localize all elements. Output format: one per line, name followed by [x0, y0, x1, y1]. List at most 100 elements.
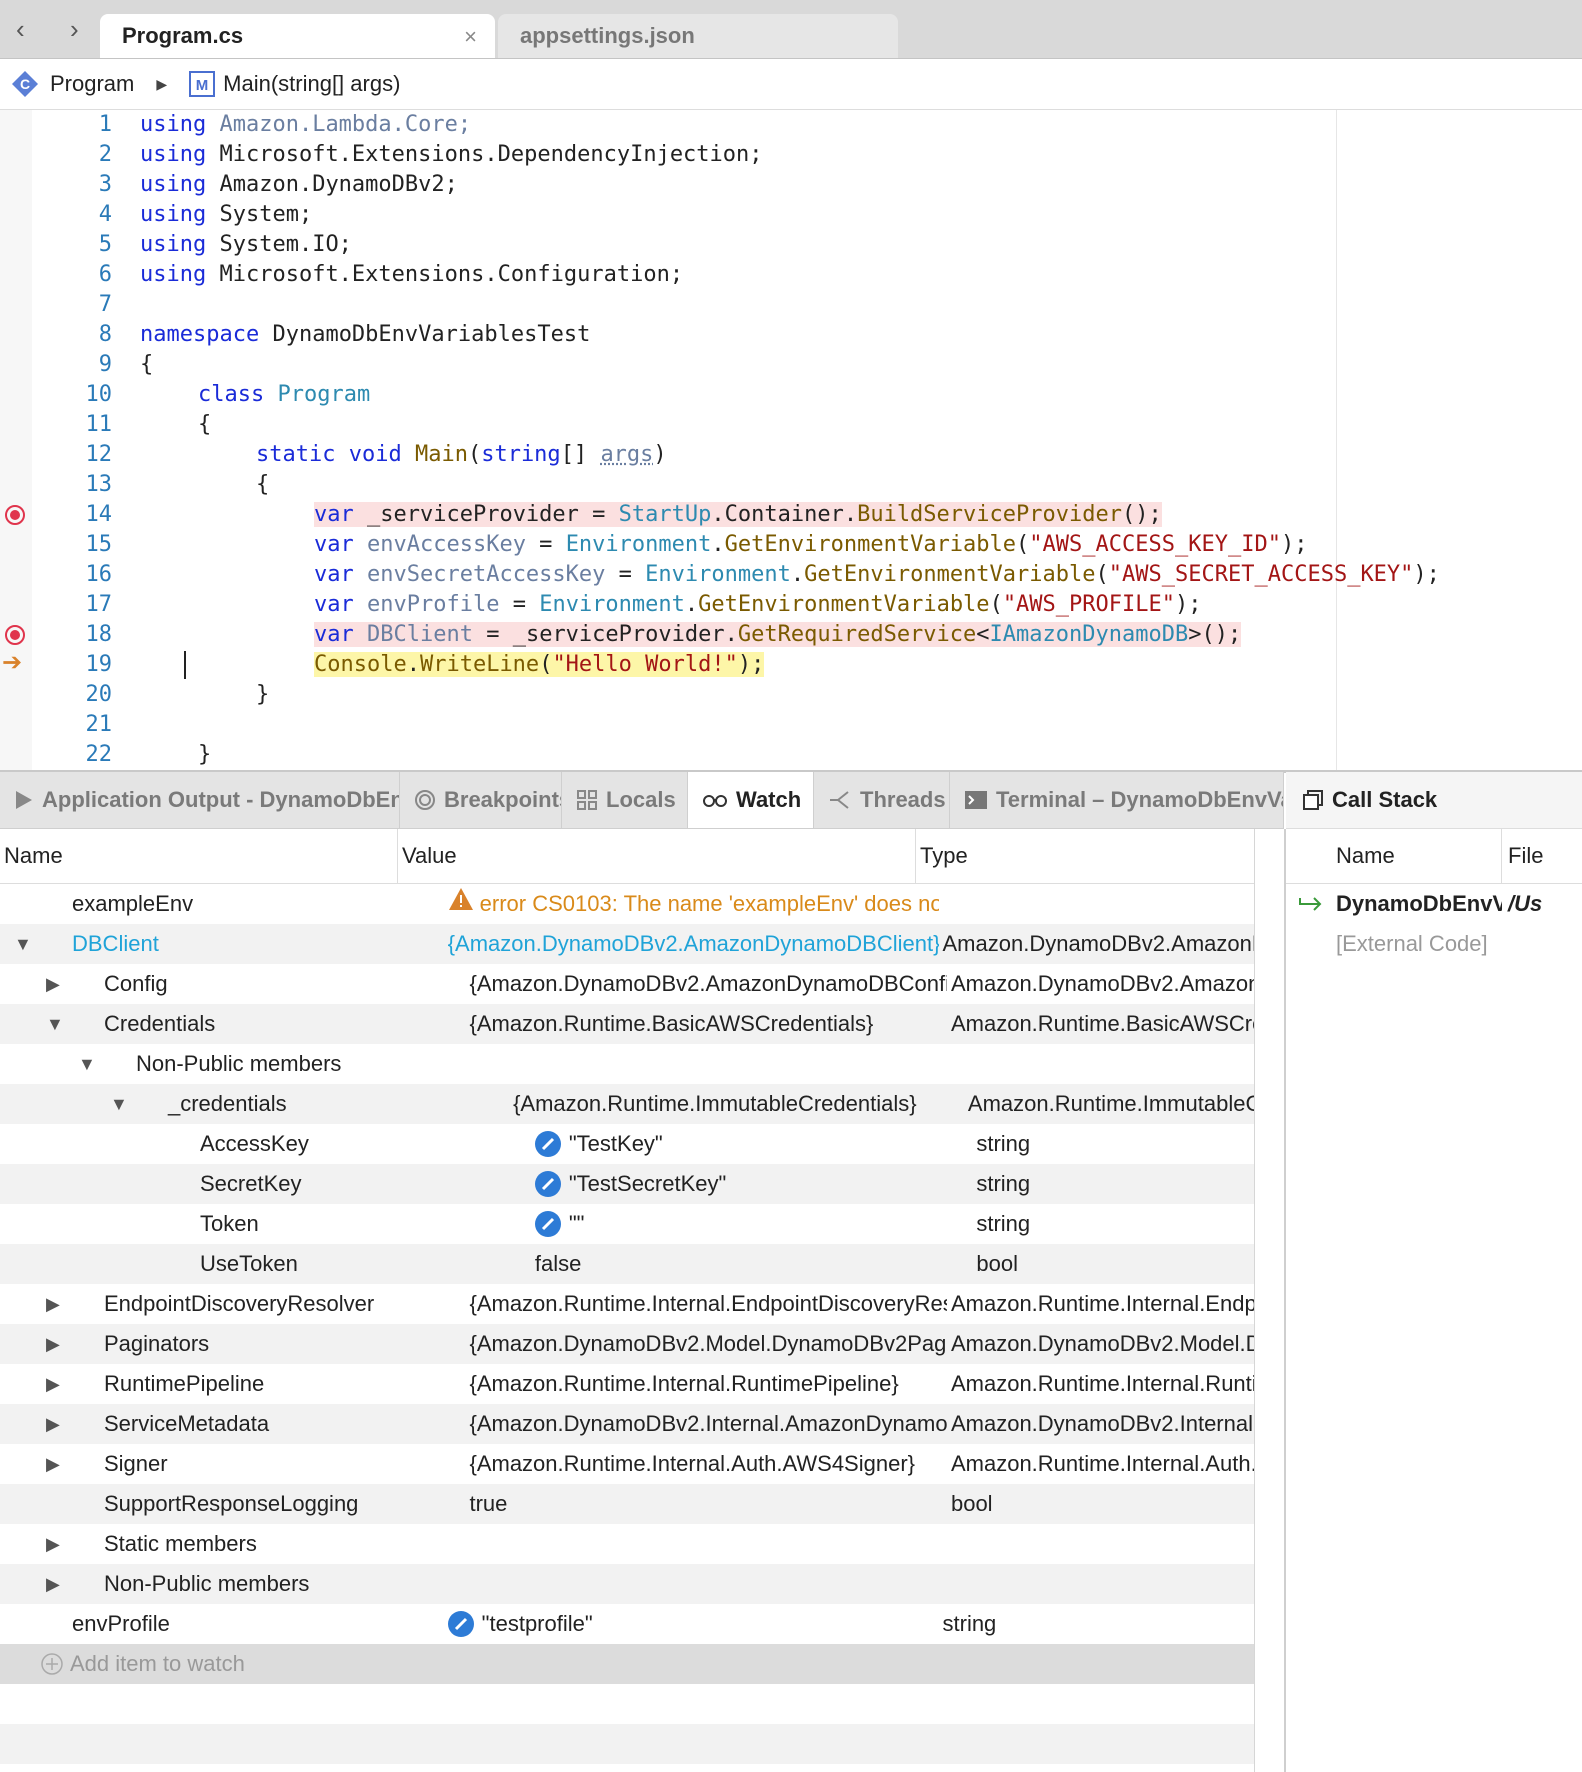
watch-row[interactable]: SupportResponseLogging true bool [0, 1484, 1254, 1524]
svg-text:C: C [20, 76, 30, 92]
watch-name-text: Non-Public members [104, 1571, 310, 1596]
watch-name: ▶ Config [0, 964, 469, 1004]
vertical-scroll-gutter[interactable] [1254, 829, 1286, 1772]
add-watch-row[interactable]: Add item to watch [0, 1644, 1254, 1684]
watch-row[interactable]: ▶ ServiceMetadata {Amazon.DynamoDBv2.Inte… [0, 1404, 1254, 1444]
code-text: ( [467, 442, 482, 467]
watch-row[interactable]: ▼ Non-Public members [0, 1044, 1254, 1084]
code-text: . [711, 532, 725, 557]
keyword: using [140, 172, 207, 197]
line-number: 20 [85, 682, 113, 707]
pad-tab-label: Locals [606, 787, 676, 812]
add-watch-item[interactable]: Add item to watch [0, 1644, 426, 1684]
watch-row[interactable]: ▶ Non-Public members [0, 1564, 1254, 1604]
pad-tab-label: Breakpoints [444, 787, 562, 812]
line-number: 10 [85, 382, 113, 407]
collapse-triangle-icon[interactable]: ▼ [78, 1044, 96, 1084]
watch-row[interactable]: ▶ Config {Amazon.DynamoDBv2.AmazonDynamoD… [0, 964, 1254, 1004]
code-line-11: { [140, 410, 1582, 440]
variable-name: envSecretAccessKey [353, 562, 606, 587]
code-line-9: { [140, 350, 1582, 380]
keyword: static [256, 442, 336, 467]
breakpoint-icon[interactable] [4, 504, 26, 526]
code-text: System; [206, 202, 313, 227]
collapse-triangle-icon[interactable]: ▼ [46, 1004, 64, 1044]
line-number: 15 [85, 532, 113, 557]
code-text: } [198, 742, 212, 767]
code-text: } [256, 682, 270, 707]
expand-triangle-icon[interactable]: ▶ [46, 1444, 60, 1484]
watch-row[interactable]: AccessKey "TestKey" string [0, 1124, 1254, 1164]
watch-rows: exampleEnv error CS0103: The name 'examp… [0, 884, 1254, 1764]
close-icon[interactable]: × [464, 24, 477, 50]
watch-row[interactable]: ▼ Credentials {Amazon.Runtime.BasicAWSCre… [0, 1004, 1254, 1044]
watch-value-text: "" [568, 1211, 585, 1236]
watch-row[interactable]: ▶ Paginators {Amazon.DynamoDBv2.Model.Dyn… [0, 1324, 1254, 1364]
watch-row[interactable]: SecretKey "TestSecretKey" string [0, 1164, 1254, 1204]
edit-pencil-icon[interactable] [534, 1131, 561, 1157]
expand-triangle-icon[interactable]: ▶ [46, 1404, 60, 1444]
expand-triangle-icon[interactable]: ▶ [46, 1324, 60, 1364]
collapse-triangle-icon[interactable]: ▼ [14, 924, 32, 964]
watch-value [469, 1564, 947, 1604]
expand-triangle-icon[interactable]: ▶ [46, 964, 60, 1004]
call-stack-row[interactable]: DynamoDbEnvV... /Us [1286, 884, 1582, 924]
column-value[interactable]: Value [398, 829, 916, 883]
breadcrumb-class[interactable]: Program [50, 71, 134, 97]
expand-triangle-icon[interactable]: ▶ [46, 1284, 60, 1324]
column-file[interactable]: File [1502, 843, 1543, 869]
tab-program-cs[interactable]: Program.cs × [100, 14, 495, 58]
tab-watch[interactable]: Watch [688, 772, 814, 828]
expand-triangle-icon[interactable]: ▶ [46, 1364, 60, 1404]
watch-value: {Amazon.Runtime.BasicAWSCredentials} [469, 1011, 874, 1036]
code-text: ( [989, 592, 1003, 617]
tab-breakpoints[interactable]: Breakpoints [400, 772, 562, 828]
edit-pencil-icon[interactable] [534, 1211, 561, 1237]
watch-value: {Amazon.DynamoDBv2.AmazonDynamoDBConfig} [469, 971, 947, 996]
watch-row[interactable]: UseToken false bool [0, 1244, 1254, 1284]
back-arrow-icon[interactable]: ‹ [16, 14, 25, 45]
column-name[interactable]: Name [0, 829, 398, 883]
tab-threads[interactable]: Threads [814, 772, 950, 828]
breadcrumb-method[interactable]: Main(string[] args) [223, 71, 400, 97]
watch-row[interactable]: ▼ DBClient {Amazon.DynamoDBv2.AmazonDynam… [0, 924, 1254, 964]
call-stack-header[interactable]: Call Stack [1286, 772, 1582, 829]
call-stack-row[interactable]: [External Code] [1286, 924, 1582, 964]
watch-type [947, 1564, 1254, 1604]
keyword: using [140, 232, 207, 257]
tab-terminal[interactable]: Terminal – DynamoDbEnvVariablesTest [950, 772, 1284, 828]
column-type[interactable]: Type [916, 829, 1254, 883]
svg-text:M: M [196, 77, 209, 94]
edit-pencil-icon[interactable] [447, 1611, 474, 1637]
watch-row[interactable]: envProfile "testprofile" string [0, 1604, 1254, 1644]
method-name: WriteLine [419, 652, 540, 677]
watch-row[interactable]: ▶ RuntimePipeline {Amazon.Runtime.Interna… [0, 1364, 1254, 1404]
collapse-triangle-icon[interactable]: ▼ [110, 1084, 128, 1124]
tab-appsettings-json[interactable]: appsettings.json [498, 14, 898, 58]
column-name[interactable]: Name [1286, 829, 1502, 883]
code-text: Microsoft.Extensions.DependencyInjection… [206, 142, 763, 167]
code-editor[interactable]: ➔ 1 2 3 4 5 6 7 8 9 10 11 12 13 14 15 16 17 18 19 20 21 22 us… [0, 110, 1582, 770]
threads-icon [828, 789, 852, 811]
code-text: System.IO; [206, 232, 352, 257]
watch-row[interactable]: ▶ Static members [0, 1524, 1254, 1564]
expand-triangle-icon[interactable]: ▶ [46, 1564, 60, 1604]
code-line-15: var envAccessKey = Environment.GetEnviro… [140, 530, 1582, 560]
watch-row[interactable]: Token "" string [0, 1204, 1254, 1244]
watch-row[interactable]: exampleEnv error CS0103: The name 'examp… [0, 884, 1254, 924]
watch-row[interactable]: ▶ EndpointDiscoveryResolver {Amazon.Runti… [0, 1284, 1254, 1324]
expand-triangle-icon[interactable]: ▶ [46, 1524, 60, 1564]
watch-value [491, 1044, 955, 1084]
breakpoint-icon[interactable] [4, 624, 26, 646]
watch-name: ▼ Credentials [0, 1004, 469, 1044]
tab-locals[interactable]: Locals [562, 772, 688, 828]
keyword: using [140, 202, 207, 227]
watch-row[interactable]: ▶ Signer {Amazon.Runtime.Internal.Auth.AW… [0, 1444, 1254, 1484]
watch-row[interactable]: ▼ _credentials {Amazon.Runtime.ImmutableC… [0, 1084, 1254, 1124]
watch-type: Amazon.Runtime.Internal.EndpointDiscover… [950, 1291, 1254, 1316]
forward-arrow-icon[interactable]: › [70, 14, 79, 45]
tab-application-output[interactable]: Application Output - DynamoDbEnvVariable… [0, 772, 400, 828]
watch-name: ▶ ServiceMetadata [0, 1404, 469, 1444]
method-name: GetRequiredService [737, 622, 977, 647]
edit-pencil-icon[interactable] [534, 1171, 561, 1197]
